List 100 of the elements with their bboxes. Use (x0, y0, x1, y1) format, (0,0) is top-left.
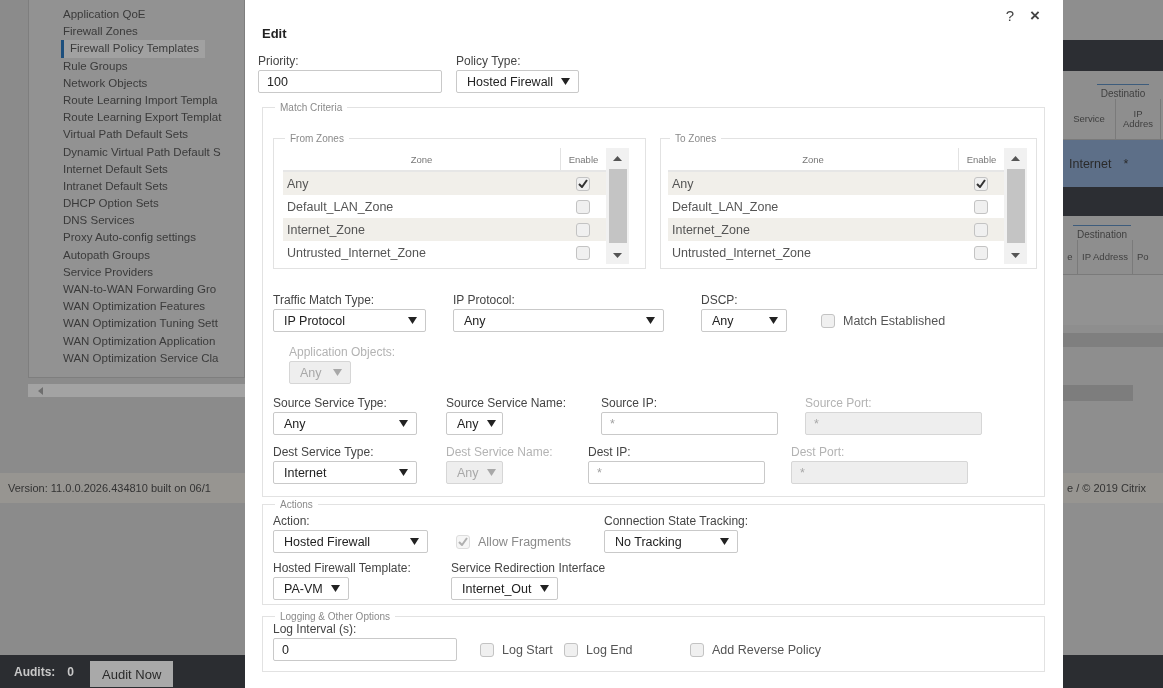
table-row[interactable] (1063, 333, 1163, 347)
scroll-left-icon[interactable] (38, 386, 43, 395)
nav-item[interactable]: DHCP Option Sets (62, 195, 165, 213)
dropdown[interactable]: Any (453, 309, 664, 332)
table-row[interactable] (1063, 275, 1163, 325)
input-field[interactable]: * (588, 461, 765, 484)
horizontal-scrollbar[interactable] (1063, 385, 1133, 401)
dropdown[interactable]: Any (273, 412, 417, 435)
checkbox[interactable] (974, 222, 988, 237)
checkbox[interactable] (821, 313, 835, 328)
nav-item[interactable]: Internet Default Sets (62, 160, 174, 178)
nav-item[interactable]: Autopath Groups (62, 246, 156, 264)
checkbox[interactable] (576, 222, 590, 237)
caret-icon (399, 420, 408, 427)
caret-icon (410, 538, 419, 545)
nav-item[interactable]: Rule Groups (62, 57, 134, 75)
caret-icon (561, 78, 571, 85)
section-legend: Match Criteria (275, 102, 348, 113)
field-label: Action: (273, 514, 310, 528)
nav-item[interactable]: Proxy Auto-config settings (62, 229, 202, 247)
checkbox-label: Log Start (502, 642, 553, 657)
checkbox[interactable] (576, 199, 590, 214)
dropdown[interactable]: Hosted Firewall (273, 530, 428, 553)
dropdown[interactable]: PA-VM (273, 577, 349, 600)
checkbox[interactable] (576, 176, 590, 191)
checkbox[interactable] (690, 642, 704, 657)
dropdown[interactable]: Internet_Out (451, 577, 558, 600)
nav-item[interactable]: Application QoE (62, 6, 152, 24)
column-group-header: Destination (1073, 225, 1132, 240)
nav-item[interactable]: Service Providers (62, 263, 160, 281)
nav-item[interactable]: Firewall Policy Templates (61, 40, 205, 58)
zone-cell-text: Untrusted_Internet_Zone (286, 245, 427, 260)
nav-item[interactable]: WAN Optimization Features (62, 298, 212, 316)
table-cell: * (1123, 156, 1129, 171)
column-header: Zone (801, 152, 825, 167)
scroll-up-icon[interactable] (613, 156, 622, 161)
scroll-up-icon[interactable] (1011, 156, 1020, 161)
section-legend: Actions (275, 499, 318, 510)
nav-item[interactable]: WAN Optimization Application (62, 332, 222, 350)
zone-cell-text: Internet_Zone (671, 222, 751, 237)
dropdown[interactable]: Any (446, 412, 503, 435)
field-label: IP Protocol: (453, 293, 515, 307)
scroll-down-icon[interactable] (613, 253, 622, 258)
audits-count: 0 (67, 664, 74, 679)
field-label: Traffic Match Type: (273, 293, 375, 307)
nav-item[interactable]: Virtual Path Default Sets (62, 126, 195, 144)
field-label: Service Redirection Interface (451, 561, 606, 575)
checkbox[interactable] (564, 642, 578, 657)
nav-item[interactable]: DNS Services (62, 212, 141, 230)
caret-icon (330, 585, 340, 592)
audits-label: Audits: (14, 664, 56, 679)
checkbox[interactable] (576, 245, 590, 260)
field-label: Source Service Name: (446, 396, 567, 410)
dropdown[interactable]: Any (701, 309, 787, 332)
dropdown[interactable]: Internet (273, 461, 417, 484)
section-legend: From Zones (285, 133, 349, 144)
section-legend: To Zones (670, 133, 722, 144)
horizontal-scrollbar[interactable] (28, 384, 245, 397)
zone-cell-text: Untrusted_Internet_Zone (671, 245, 812, 260)
checkbox-label: Add Reverse Policy (712, 642, 822, 657)
selected-row[interactable]: Internet * (1063, 140, 1163, 187)
caret-icon (646, 317, 655, 324)
nav-item[interactable]: Dynamic Virtual Path Default S (62, 143, 227, 161)
caret-icon (486, 469, 496, 476)
vertical-scrollbar[interactable] (1004, 148, 1027, 264)
field-label: Source Port: (805, 396, 872, 410)
field-label: Dest Service Name: (446, 445, 553, 459)
input-field[interactable]: 100 (258, 70, 442, 93)
nav-item[interactable]: Intranet Default Sets (62, 177, 174, 196)
checkbox-label: Match Established (843, 313, 946, 328)
input-field[interactable]: * (601, 412, 778, 435)
nav-item[interactable]: Firewall Zones (62, 23, 144, 41)
nav-item[interactable]: WAN Optimization Service Cla (62, 349, 225, 367)
audit-now-button[interactable]: Audit Now (90, 661, 174, 687)
nav-item[interactable]: Route Learning Export Templat (62, 109, 228, 127)
help-button[interactable]: ? (1005, 8, 1015, 24)
zone-cell-text: Any (286, 176, 310, 191)
zone-cell-text: Default_LAN_Zone (671, 199, 780, 214)
caret-icon (486, 420, 496, 427)
dropdown[interactable]: IP Protocol (273, 309, 426, 332)
input-field[interactable]: 0 (273, 638, 457, 661)
checkbox[interactable] (974, 199, 988, 214)
dropdown[interactable]: Hosted Firewall (456, 70, 580, 93)
nav-item[interactable]: WAN Optimization Tuning Sett (62, 315, 224, 333)
nav-item[interactable]: WAN-to-WAN Forwarding Gro (62, 281, 223, 299)
dropdown[interactable]: No Tracking (604, 530, 738, 553)
checkbox[interactable] (480, 642, 494, 657)
checkbox[interactable] (974, 245, 988, 260)
caret-icon (333, 369, 342, 376)
section-legend: Logging & Other Options (275, 611, 396, 622)
nav-item[interactable]: Route Learning Import Templa (62, 91, 224, 110)
version-text: Version: 11.0.0.2026.434810 built on 06/1 (0, 473, 245, 503)
copyright-text: e / © 2019 Citrix (1063, 473, 1163, 503)
vertical-scrollbar[interactable] (606, 148, 629, 264)
close-button[interactable]: × (1030, 8, 1040, 24)
checkbox[interactable] (974, 176, 988, 191)
checkbox-label: Log End (586, 642, 633, 657)
field-label: Policy Type: (456, 54, 521, 68)
scroll-down-icon[interactable] (1011, 253, 1020, 258)
nav-item[interactable]: Network Objects (62, 74, 154, 92)
